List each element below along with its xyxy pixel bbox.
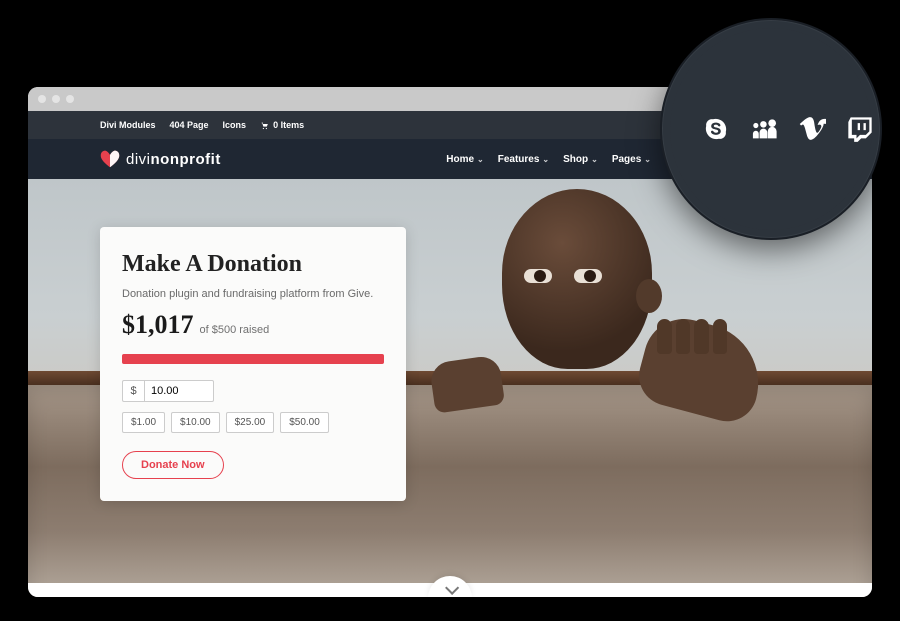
donation-amount: $1,017	[122, 310, 194, 340]
menu-item-shop[interactable]: Shop⌄	[563, 154, 598, 165]
site-logo[interactable]: divinonprofit	[100, 150, 221, 168]
menu-label: Shop	[563, 154, 588, 165]
donation-subtitle: Donation plugin and fundraising platform…	[122, 288, 384, 300]
chevron-down-icon: ⌄	[477, 155, 484, 164]
donation-amount-input[interactable]	[144, 380, 214, 402]
window-control[interactable]	[66, 95, 74, 103]
preset-amount[interactable]: $50.00	[280, 412, 329, 433]
cart-icon	[260, 121, 269, 130]
preset-amount[interactable]: $25.00	[226, 412, 275, 433]
window-control[interactable]	[38, 95, 46, 103]
chevron-down-icon: ⌄	[591, 155, 598, 164]
skype-icon[interactable]	[702, 115, 730, 143]
heart-icon	[100, 150, 120, 168]
donation-progress-bar	[122, 354, 384, 364]
preset-amount[interactable]: $10.00	[171, 412, 220, 433]
cart-link[interactable]: 0 Items	[260, 120, 304, 130]
menu-item-home[interactable]: Home⌄	[446, 154, 484, 165]
brand-suffix: nonprofit	[151, 151, 221, 168]
donation-progress	[122, 354, 384, 364]
topbar-link[interactable]: Divi Modules	[100, 120, 156, 130]
menu-label: Features	[498, 154, 540, 165]
topbar-link[interactable]: 404 Page	[170, 120, 209, 130]
donation-card: Make A Donation Donation plugin and fund…	[100, 227, 406, 501]
menu-label: Home	[446, 154, 474, 165]
zoom-callout	[660, 18, 882, 240]
cart-count: 0 Items	[273, 120, 304, 130]
twitch-icon[interactable]	[846, 115, 874, 143]
chevron-down-icon: ⌄	[542, 155, 549, 164]
preset-amount[interactable]: $1.00	[122, 412, 165, 433]
menu-label: Pages	[612, 154, 641, 165]
topbar-link[interactable]: Icons	[223, 120, 247, 130]
brand-prefix: divi	[126, 151, 151, 168]
donate-now-button[interactable]: Donate Now	[122, 451, 224, 479]
window-control[interactable]	[52, 95, 60, 103]
menu-item-pages[interactable]: Pages⌄	[612, 154, 651, 165]
donation-heading: Make A Donation	[122, 251, 384, 278]
donation-presets: $1.00 $10.00 $25.00 $50.00	[122, 412, 384, 433]
currency-label: $	[122, 380, 144, 402]
donation-goal: of $500 raised	[200, 324, 270, 336]
vimeo-icon[interactable]	[798, 115, 826, 143]
chevron-down-icon: ⌄	[644, 155, 651, 164]
myspace-icon[interactable]	[750, 115, 778, 143]
hero-section: Make A Donation Donation plugin and fund…	[28, 179, 872, 597]
primary-menu: Home⌄ Features⌄ Shop⌄ Pages⌄	[446, 154, 651, 165]
menu-item-features[interactable]: Features⌄	[498, 154, 549, 165]
